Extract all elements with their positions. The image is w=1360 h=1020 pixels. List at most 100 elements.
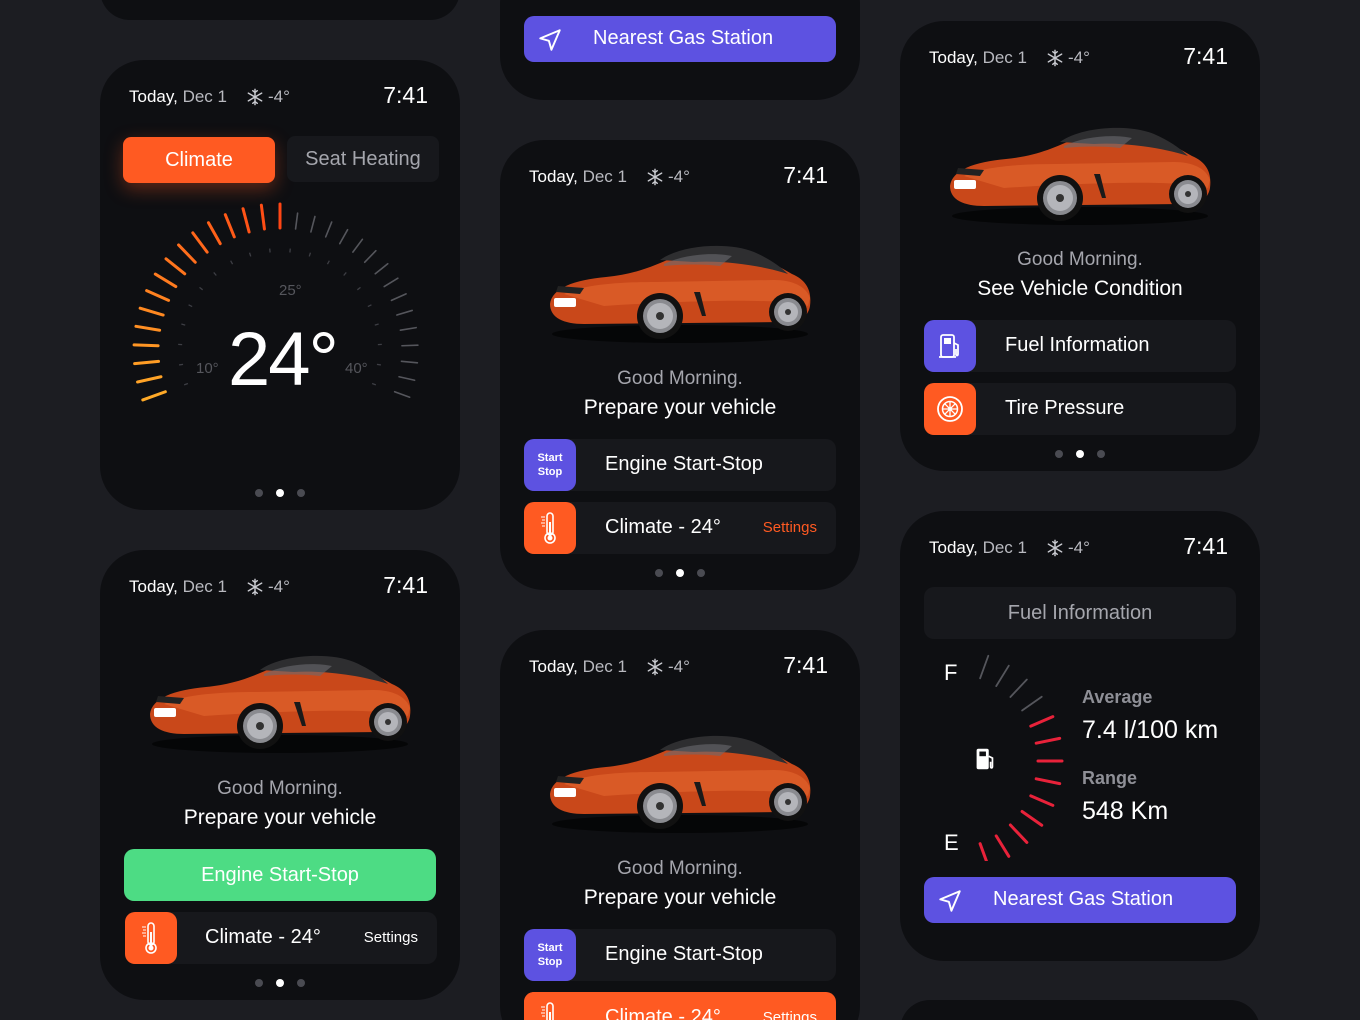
dial-tick: [400, 360, 419, 364]
date-label: Today, Dec 1: [129, 577, 227, 596]
date-label: Today, Dec 1: [129, 87, 227, 106]
dial-tick: [145, 289, 171, 302]
page-dot[interactable]: [297, 489, 305, 497]
page-dot[interactable]: [655, 569, 663, 577]
tab-seat-heating-label: Seat Heating: [305, 148, 421, 170]
dial-tick: [133, 359, 161, 366]
dial-minor-tick: [230, 260, 234, 265]
dial-minor-tick: [371, 382, 377, 386]
greeting-prompt: Prepare your vehicle: [183, 806, 377, 829]
fuel-pump-icon: [924, 320, 976, 372]
navigation-arrow-icon: [937, 888, 963, 914]
settings-link[interactable]: Settings: [763, 1009, 817, 1020]
dial-tick: [352, 238, 364, 253]
fuel-pump-icon: [976, 748, 994, 770]
snowflake-icon: [246, 578, 264, 596]
outside-temperature: -4°: [1068, 538, 1090, 557]
page-dot[interactable]: [297, 979, 305, 987]
climate-row-active[interactable]: Climate - 24° Settings: [524, 992, 836, 1020]
fuel-information-row[interactable]: Fuel Information: [924, 320, 1236, 372]
settings-link[interactable]: Settings: [763, 519, 817, 536]
page-dot-active[interactable]: [276, 489, 284, 497]
page-dot-active[interactable]: [1076, 450, 1084, 458]
fuel-information-card: Today, Dec 1 -4° 7:41 Fuel Information F…: [900, 511, 1260, 961]
page-indicator: [500, 569, 860, 579]
outside-temperature: -4°: [668, 167, 690, 186]
climate-row[interactable]: Climate - 24° Settings: [125, 912, 437, 964]
clock-time: 7:41: [783, 162, 828, 188]
car-image: [144, 646, 416, 756]
dial-minor-tick: [199, 286, 204, 291]
page-indicator: [100, 979, 460, 989]
page-dot-active[interactable]: [676, 569, 684, 577]
nearest-gas-station-button[interactable]: Nearest Gas Station: [924, 877, 1236, 923]
clock-time: 7:41: [783, 652, 828, 678]
fuel-gauge-tick: [979, 654, 990, 680]
thermometer-icon: [524, 992, 576, 1020]
engine-row-label: Engine Start-Stop: [605, 943, 763, 965]
page-dot[interactable]: [1055, 450, 1063, 458]
climate-row[interactable]: Climate - 24° Settings: [524, 502, 836, 554]
partial-card-bottom-right: [900, 1000, 1260, 1020]
fuel-gauge-tick: [1029, 715, 1055, 728]
greeting: Good Morning. Prepare your vehicle: [100, 778, 460, 830]
climate-card: Today, Dec 1 -4° 7:41 Climate Seat Heati…: [100, 60, 460, 510]
greeting-prompt: See Vehicle Condition: [977, 277, 1183, 300]
dial-tick: [338, 228, 349, 245]
dial-tick-min: 10°: [196, 360, 219, 377]
fuel-gauge-tick: [1029, 794, 1055, 807]
nearest-gas-station-button[interactable]: Nearest Gas Station: [524, 16, 836, 62]
snowflake-icon: [1046, 49, 1064, 67]
fuel-gauge-tick: [1034, 777, 1062, 786]
nearest-gas-station-label: Nearest Gas Station: [593, 27, 774, 49]
settings-link[interactable]: Settings: [364, 929, 418, 946]
greeting-prompt: Prepare your vehicle: [583, 396, 777, 419]
fuel-information-label: Fuel Information: [1005, 334, 1150, 356]
dial-minor-tick: [248, 252, 252, 257]
prepare-vehicle-card-alt: Today, Dec 1 -4° 7:41 Good Morning. Prep…: [500, 630, 860, 1020]
wheel-icon: [924, 383, 976, 435]
page-dot-active[interactable]: [276, 979, 284, 987]
status-header: Today, Dec 1 -4° 7:41: [929, 43, 1228, 73]
dial-minor-tick: [183, 382, 189, 386]
nearest-gas-station-label: Nearest Gas Station: [993, 888, 1174, 910]
dial-minor-tick: [308, 252, 312, 257]
greeting: Good Morning. Prepare your vehicle: [500, 368, 860, 420]
climate-row-label: Climate - 24°: [605, 1006, 721, 1020]
dial-minor-tick: [356, 286, 361, 291]
fuel-gauge-tick: [995, 664, 1010, 688]
greeting-line: Good Morning.: [1017, 249, 1143, 270]
status-header: Today, Dec 1 -4° 7:41: [129, 82, 428, 112]
page-dot[interactable]: [255, 979, 263, 987]
clock-time: 7:41: [1183, 43, 1228, 69]
start-stop-icon: Start Stop: [524, 929, 576, 981]
car-image: [544, 726, 816, 836]
engine-start-stop-row[interactable]: Start Stop Engine Start-Stop: [524, 439, 836, 491]
engine-start-stop-button[interactable]: Engine Start-Stop: [124, 849, 436, 901]
tire-pressure-row[interactable]: Tire Pressure: [924, 383, 1236, 435]
tab-seat-heating[interactable]: Seat Heating: [287, 136, 439, 182]
greeting-prompt: Prepare your vehicle: [583, 886, 777, 909]
tab-climate[interactable]: Climate: [123, 137, 275, 183]
dial-minor-tick: [343, 272, 347, 276]
range-value: 548 Km: [1082, 797, 1169, 825]
thermometer-icon: [125, 912, 177, 964]
engine-start-stop-row[interactable]: Start Stop Engine Start-Stop: [524, 929, 836, 981]
page-dot[interactable]: [697, 569, 705, 577]
dial-tick: [141, 390, 167, 402]
page-dot[interactable]: [255, 489, 263, 497]
dial-tick: [390, 293, 407, 302]
clock-time: 7:41: [383, 572, 428, 598]
fuel-card-title: Fuel Information: [924, 587, 1236, 639]
page-indicator: [100, 489, 460, 499]
fuel-gauge-tick: [1034, 736, 1062, 745]
fuel-gauge-tick: [1009, 678, 1028, 698]
date-label: Today, Dec 1: [929, 538, 1027, 557]
greeting-line: Good Morning.: [617, 858, 743, 879]
page-dot[interactable]: [1097, 450, 1105, 458]
start-stop-icon: Start Stop: [524, 439, 576, 491]
tire-pressure-label: Tire Pressure: [1005, 397, 1125, 419]
dial-tick: [401, 344, 419, 347]
date-label: Today, Dec 1: [529, 167, 627, 186]
snowflake-icon: [1046, 539, 1064, 557]
